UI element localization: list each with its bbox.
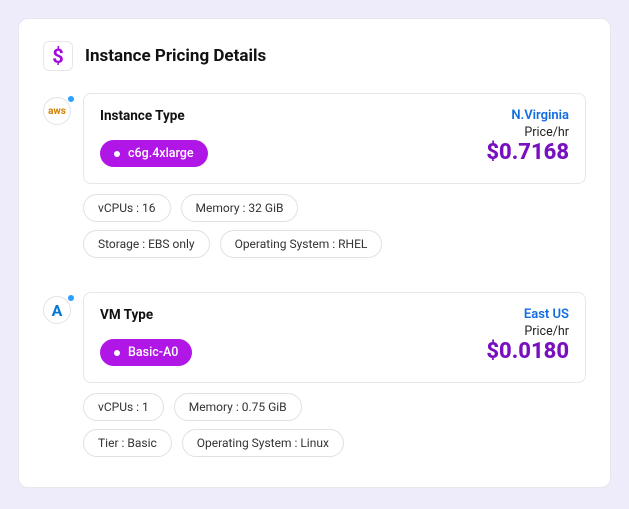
price-value: $0.7168 — [486, 140, 569, 166]
spec-chip-storage: Storage : EBS only — [83, 230, 210, 258]
type-left: VM Type Basic-A0 — [100, 307, 192, 366]
spec-row: vCPUs : 16 Memory : 32 GiB — [83, 194, 586, 222]
vm-type-card: VM Type Basic-A0 East US Price/hr $0.018… — [83, 292, 586, 383]
type-heading: Instance Type — [100, 108, 208, 124]
instance-type-value: c6g.4xlarge — [128, 146, 194, 161]
spec-chip-memory: Memory : 0.75 GiB — [174, 393, 302, 421]
vm-type-value: Basic-A0 — [128, 345, 178, 360]
spec-row: Tier : Basic Operating System : Linux — [83, 429, 586, 457]
spec-row: Storage : EBS only Operating System : RH… — [83, 230, 586, 258]
instance-body: VM Type Basic-A0 East US Price/hr $0.018… — [83, 292, 586, 465]
type-heading: VM Type — [100, 307, 192, 323]
price-value: $0.0180 — [486, 339, 569, 365]
price-per-hr-label: Price/hr — [486, 125, 569, 140]
type-left: Instance Type c6g.4xlarge — [100, 108, 208, 167]
panel-header: $ Instance Pricing Details — [43, 41, 586, 71]
pricing-panel: $ Instance Pricing Details aws Instance … — [18, 18, 611, 488]
instance-type-pill[interactable]: c6g.4xlarge — [100, 140, 208, 167]
region-label: N.Virginia — [486, 108, 569, 123]
spec-row: vCPUs : 1 Memory : 0.75 GiB — [83, 393, 586, 421]
spec-chip-os: Operating System : Linux — [182, 429, 344, 457]
instance-type-card: Instance Type c6g.4xlarge N.Virginia Pri… — [83, 93, 586, 184]
azure-icon: A — [43, 296, 71, 324]
region-label: East US — [486, 307, 569, 322]
dollar-icon: $ — [43, 41, 73, 71]
vm-type-pill[interactable]: Basic-A0 — [100, 339, 192, 366]
panel-title: Instance Pricing Details — [85, 46, 266, 66]
price-block: East US Price/hr $0.0180 — [486, 307, 569, 365]
dot-icon — [114, 151, 120, 157]
spec-chip-memory: Memory : 32 GiB — [181, 194, 299, 222]
instance-block-azure: A VM Type Basic-A0 East US Price/hr $0.0… — [43, 292, 586, 465]
spec-chip-vcpus: vCPUs : 1 — [83, 393, 164, 421]
spec-chip-vcpus: vCPUs : 16 — [83, 194, 171, 222]
instance-block-aws: aws Instance Type c6g.4xlarge N.Virginia… — [43, 93, 586, 266]
dot-icon — [114, 350, 120, 356]
spec-chip-tier: Tier : Basic — [83, 429, 172, 457]
spec-chip-os: Operating System : RHEL — [220, 230, 383, 258]
price-block: N.Virginia Price/hr $0.7168 — [486, 108, 569, 166]
price-per-hr-label: Price/hr — [486, 324, 569, 339]
aws-icon: aws — [43, 97, 71, 125]
instance-body: Instance Type c6g.4xlarge N.Virginia Pri… — [83, 93, 586, 266]
